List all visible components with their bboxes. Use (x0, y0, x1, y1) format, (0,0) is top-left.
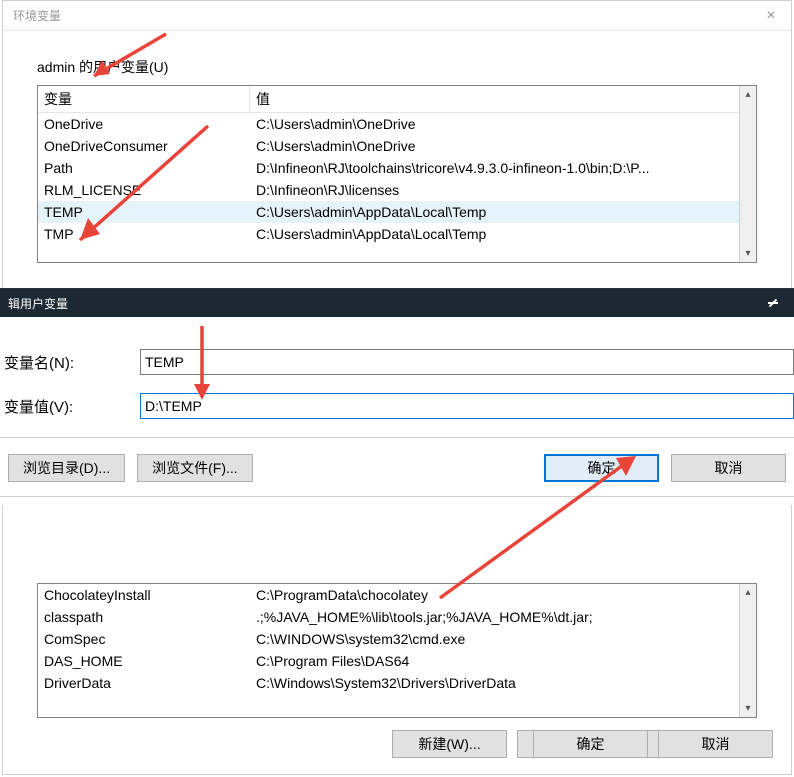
cell-variable: TEMP (38, 201, 250, 223)
cell-value: C:\Users\admin\OneDrive (250, 135, 756, 157)
new-button[interactable]: 新建(W)... (392, 730, 507, 758)
cell-variable: ComSpec (38, 628, 250, 650)
cell-value: C:\WINDOWS\system32\cmd.exe (250, 628, 756, 650)
cell-value: C:\Users\admin\OneDrive (250, 113, 756, 135)
var-value-label: 变量值(V): (0, 396, 140, 417)
edit-dialog-title: 辑用户变量 (8, 295, 68, 312)
system-vars-table: ChocolateyInstallC:\ProgramData\chocolat… (37, 583, 757, 718)
close-icon[interactable] (760, 289, 786, 317)
edit-user-variable-dialog: 辑用户变量 变量名(N): 变量值(V): 浏览目录(D)... 浏览文件(F)… (0, 288, 794, 505)
browse-dir-button[interactable]: 浏览目录(D)... (8, 454, 125, 482)
col-variable[interactable]: 变量 (38, 86, 250, 112)
table-row[interactable]: TMPC:\Users\admin\AppData\Local\Temp (38, 223, 756, 245)
scroll-down-icon[interactable]: ▾ (740, 245, 756, 262)
main-cancel-button[interactable]: 取消 (658, 730, 773, 758)
table-header: 变量 值 (38, 86, 756, 113)
main-ok-cancel: 确定 取消 (533, 730, 773, 758)
table-row[interactable]: PathD:\Infineon\RJ\toolchains\tricore\v4… (38, 157, 756, 179)
main-ok-button[interactable]: 确定 (533, 730, 648, 758)
cell-variable: DriverData (38, 672, 250, 694)
scrollbar[interactable]: ▴ ▾ (739, 86, 756, 262)
cell-variable: RLM_LICENSE (38, 179, 250, 201)
cell-value: C:\ProgramData\chocolatey (250, 584, 756, 606)
cell-value: C:\Users\admin\AppData\Local\Temp (250, 201, 756, 223)
scroll-down-icon[interactable]: ▾ (740, 700, 756, 717)
edit-ok-button[interactable]: 确定 (544, 454, 659, 482)
edit-cancel-button[interactable]: 取消 (671, 454, 786, 482)
scrollbar[interactable]: ▴ ▾ (739, 584, 756, 717)
cell-variable: OneDriveConsumer (38, 135, 250, 157)
table-row[interactable]: classpath.;%JAVA_HOME%\lib\tools.jar;%JA… (38, 606, 756, 628)
user-vars-table: 变量 值 OneDriveC:\Users\admin\OneDriveOneD… (37, 85, 757, 263)
cell-variable: DAS_HOME (38, 650, 250, 672)
cell-variable: TMP (38, 223, 250, 245)
table-row[interactable]: ChocolateyInstallC:\ProgramData\chocolat… (38, 584, 756, 606)
browse-file-button[interactable]: 浏览文件(F)... (137, 454, 253, 482)
cell-value: D:\Infineon\RJ\licenses (250, 179, 756, 201)
table-row[interactable]: OneDriveC:\Users\admin\OneDrive (38, 113, 756, 135)
table-row[interactable]: OneDriveConsumerC:\Users\admin\OneDrive (38, 135, 756, 157)
table-row[interactable]: RLM_LICENSED:\Infineon\RJ\licenses (38, 179, 756, 201)
cell-variable: ChocolateyInstall (38, 584, 250, 606)
cell-value: .;%JAVA_HOME%\lib\tools.jar;%JAVA_HOME%\… (250, 606, 756, 628)
edit-dialog-buttons: 浏览目录(D)... 浏览文件(F)... 确定 取消 (0, 446, 794, 494)
close-icon[interactable]: × (761, 6, 781, 26)
cell-variable: classpath (38, 606, 250, 628)
table-row[interactable]: DriverDataC:\Windows\System32\Drivers\Dr… (38, 672, 756, 694)
cell-value: C:\Users\admin\AppData\Local\Temp (250, 223, 756, 245)
var-name-input[interactable] (140, 349, 794, 375)
var-value-field: 变量值(V): (0, 393, 794, 419)
scroll-up-icon[interactable]: ▴ (740, 86, 756, 103)
cell-variable: OneDrive (38, 113, 250, 135)
window-titlebar: 环境变量 × (3, 1, 791, 31)
cell-variable: Path (38, 157, 250, 179)
scroll-up-icon[interactable]: ▴ (740, 584, 756, 601)
var-value-input[interactable] (140, 393, 794, 419)
window-title: 环境变量 (13, 7, 61, 24)
col-value[interactable]: 值 (250, 86, 756, 112)
cell-value: C:\Windows\System32\Drivers\DriverData (250, 672, 756, 694)
table-row[interactable]: DAS_HOMEC:\Program Files\DAS64 (38, 650, 756, 672)
user-vars-label: admin 的用户变量(U) (3, 31, 791, 85)
table-row[interactable]: TEMPC:\Users\admin\AppData\Local\Temp (38, 201, 756, 223)
table-row[interactable]: ComSpecC:\WINDOWS\system32\cmd.exe (38, 628, 756, 650)
cell-value: D:\Infineon\RJ\toolchains\tricore\v4.9.3… (250, 157, 756, 179)
var-name-field: 变量名(N): (0, 349, 794, 375)
edit-dialog-titlebar: 辑用户变量 (0, 289, 794, 317)
cell-value: C:\Program Files\DAS64 (250, 650, 756, 672)
var-name-label: 变量名(N): (0, 352, 140, 373)
